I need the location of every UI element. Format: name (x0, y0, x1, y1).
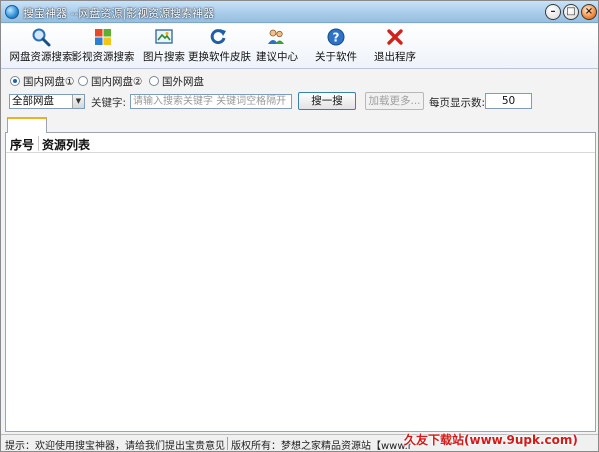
refresh-icon (210, 29, 226, 45)
radio-dot (78, 76, 88, 86)
results-tab[interactable] (7, 117, 47, 134)
exit-button[interactable]: 退出程序 (374, 27, 416, 67)
image-search-button[interactable]: 图片搜索 (138, 27, 190, 67)
results-list[interactable]: 序号 资源列表 (5, 133, 596, 432)
results-tab-strip (5, 115, 596, 134)
status-tip: 提示：欢迎使用搜宝神器，请给我们提出宝贵意见... (5, 441, 225, 452)
about-button[interactable]: ? 关于软件 (315, 27, 357, 67)
radio-label: 国内网盘② (91, 76, 143, 88)
video-search-label: 影视资源搜索 (71, 51, 135, 63)
change-skin-button[interactable]: 更换软件皮肤 (188, 27, 251, 67)
suggestion-center-label: 建议中心 (256, 51, 298, 63)
toolbar: 网盘资源搜索 影视资源搜索 图片搜索 更换软件皮肤 建议中心 ? 关于软件 退出… (1, 24, 598, 69)
disk-type-value: 全部网盘 (12, 95, 54, 107)
search-button[interactable]: 搜一搜 (298, 92, 356, 110)
chevron-down-icon[interactable]: ▼ (72, 95, 84, 108)
column-resource-list[interactable]: 资源列表 (42, 136, 90, 153)
radio-dot (149, 76, 159, 86)
app-logo-icon (5, 5, 19, 19)
watermark-text: 久友下载站(www.9upk.com) (404, 433, 578, 447)
radio-label: 国外网盘 (162, 76, 204, 88)
minimize-button[interactable]: – (545, 4, 561, 20)
help-icon: ? (327, 28, 345, 46)
status-copyright: 版权所有：梦想之家精品资源站【www.my (231, 441, 411, 452)
keyword-input[interactable]: 请输入搜索关键字 关键词空格隔开 (130, 94, 292, 109)
keyword-label: 关键字: (91, 97, 127, 109)
disk-type-select[interactable]: 全部网盘 ▼ (9, 94, 85, 109)
maximize-button[interactable]: □ (563, 4, 579, 20)
video-search-button[interactable]: 影视资源搜索 (71, 27, 135, 67)
image-search-label: 图片搜索 (143, 51, 185, 63)
about-label: 关于软件 (315, 51, 357, 63)
change-skin-label: 更换软件皮肤 (188, 51, 251, 63)
disk-source-radios: 国内网盘① 国内网盘② 国外网盘 (1, 73, 598, 89)
svg-text:?: ? (333, 31, 340, 45)
per-page-input[interactable]: 50 (485, 93, 532, 109)
column-divider[interactable] (38, 136, 39, 151)
status-divider (227, 437, 228, 450)
magnifier-icon (32, 28, 51, 47)
radio-label: 国内网盘① (23, 76, 75, 88)
close-x-icon (387, 29, 403, 45)
netdisk-search-label: 网盘资源搜索 (9, 51, 73, 63)
window-title: 搜宝神器 --网盘资源|影视资源搜索神器 (23, 7, 215, 20)
per-page-label: 每页显示数: (429, 97, 486, 109)
close-button[interactable]: × (581, 4, 597, 20)
users-icon (268, 29, 284, 44)
radio-dot (10, 76, 20, 86)
list-header: 序号 资源列表 (6, 133, 595, 153)
app-window: 搜宝神器 --网盘资源|影视资源搜索神器 – □ × 网盘资源搜索 影视资源搜索 (0, 0, 599, 452)
search-row: 全部网盘 ▼ 关键字: 请输入搜索关键字 关键词空格隔开 搜一搜 加载更多...… (1, 92, 598, 112)
column-index[interactable]: 序号 (10, 136, 34, 153)
windows-logo-icon (95, 29, 111, 45)
netdisk-search-button[interactable]: 网盘资源搜索 (9, 27, 73, 67)
suggestion-center-button[interactable]: 建议中心 (256, 27, 298, 67)
exit-label: 退出程序 (374, 51, 416, 63)
title-bar[interactable]: 搜宝神器 --网盘资源|影视资源搜索神器 – □ × (1, 1, 598, 23)
picture-icon (155, 29, 173, 44)
load-more-button[interactable]: 加载更多... (365, 92, 424, 110)
